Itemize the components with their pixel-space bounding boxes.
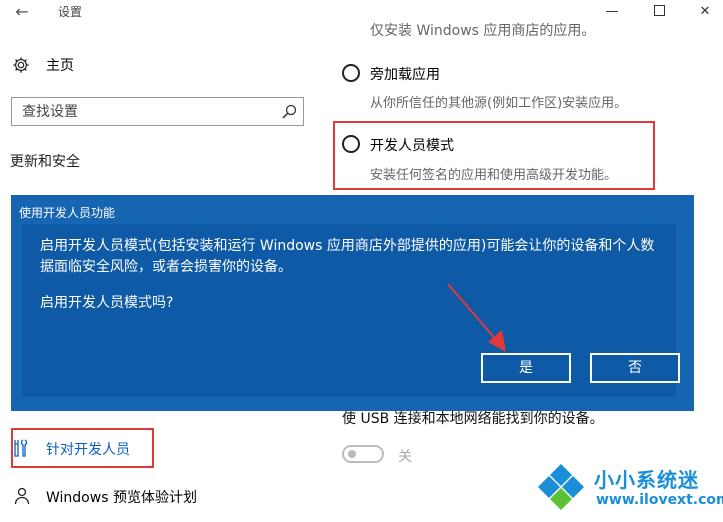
minimize-button[interactable]: —	[590, 0, 634, 24]
store-apps-description: 仅安装 Windows 应用商店的应用。	[370, 23, 596, 39]
sidebar-item-insider-label[interactable]: Windows 预览体验计划	[46, 487, 197, 507]
watermark-title: 小小系统迷	[594, 468, 699, 492]
search-icon[interactable]	[281, 104, 297, 120]
developer-tools-icon	[14, 439, 28, 457]
toggle-state-label: 关	[398, 449, 412, 465]
sideload-description: 从你所信任的其他源(例如工作区)安装应用。	[370, 96, 628, 111]
watermark-logo-icon	[538, 464, 584, 510]
sidebar-item-home-label[interactable]: 主页	[46, 55, 74, 75]
device-discovery-toggle[interactable]	[342, 445, 384, 463]
maximize-button[interactable]	[637, 0, 681, 24]
search-box[interactable]	[11, 97, 304, 126]
sidebar-item-developers-label[interactable]: 针对开发人员	[46, 439, 130, 459]
dialog-message: 启用开发人员模式(包括安装和运行 Windows 应用商店外部提供的应用)可能会…	[40, 238, 655, 275]
developer-mode-description: 安装任何签名的应用和使用高级开发功能。	[370, 168, 618, 183]
sideload-label[interactable]: 旁加载应用	[370, 64, 440, 84]
close-button[interactable]: ✕	[683, 0, 723, 24]
dialog-title: 使用开发人员功能	[19, 206, 116, 220]
developer-mode-radio[interactable]	[342, 135, 360, 153]
section-heading: 更新和安全	[10, 154, 80, 170]
dialog-question: 启用开发人员模式吗?	[40, 295, 174, 311]
person-icon	[14, 487, 30, 505]
back-arrow-icon[interactable]: ←	[10, 2, 34, 22]
maximize-icon	[653, 5, 665, 16]
search-input[interactable]	[20, 101, 274, 123]
developer-mode-label[interactable]: 开发人员模式	[370, 135, 454, 155]
watermark-url: www.ilovext.com	[596, 492, 723, 508]
window-title: 设置	[58, 5, 83, 19]
annotation-arrow-icon	[447, 283, 506, 352]
sideload-radio[interactable]	[342, 64, 360, 82]
usb-discovery-description: 使 USB 连接和本地网络能找到你的设备。	[342, 411, 604, 427]
toggle-knob	[348, 450, 356, 458]
gear-icon	[13, 57, 29, 73]
no-button[interactable]: 否	[590, 353, 680, 383]
